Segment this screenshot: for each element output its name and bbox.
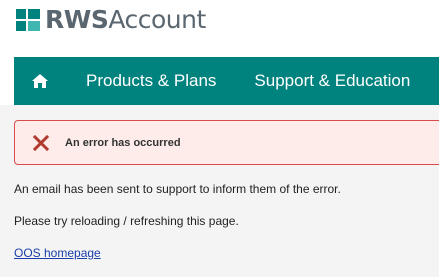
error-alert: An error has occurred <box>14 120 439 165</box>
rws-account-logo[interactable]: RWS Account <box>16 5 206 35</box>
reload-instruction-text: Please try reloading / refreshing this p… <box>14 214 239 228</box>
rws-logo-mark-icon <box>16 9 40 31</box>
logo-rws-text: RWS <box>45 5 109 34</box>
nav-item-products-plans[interactable]: Products & Plans <box>66 57 254 105</box>
nav-item-support-education[interactable]: Support & Education <box>254 57 410 105</box>
home-icon <box>32 74 48 88</box>
main-navigation: Products & Plans Support & Education <box>14 57 439 105</box>
error-message: An error has occurred <box>65 136 181 149</box>
site-header: RWS Account <box>0 0 439 57</box>
close-icon <box>33 134 49 151</box>
support-notice-text: An email has been sent to support to inf… <box>14 182 341 196</box>
oos-homepage-link[interactable]: OOS homepage <box>14 246 101 260</box>
logo-account-text: Account <box>108 5 206 34</box>
nav-home-button[interactable] <box>14 57 66 105</box>
